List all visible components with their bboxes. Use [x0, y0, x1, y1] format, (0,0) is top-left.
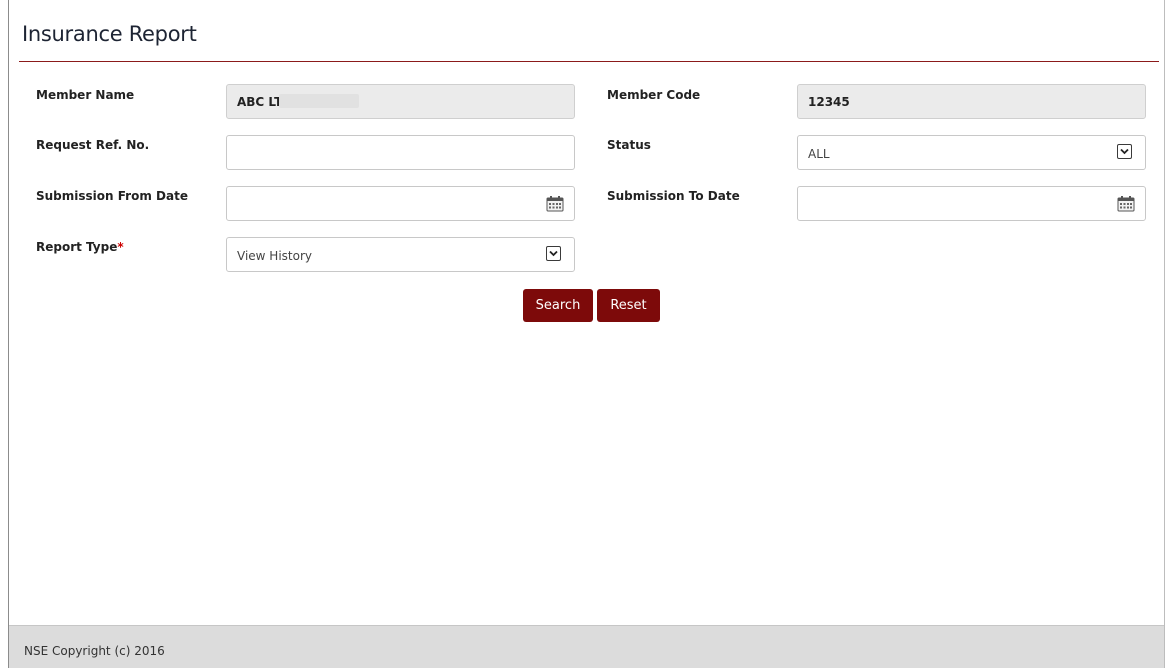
chevron-down-icon[interactable] [1117, 144, 1132, 159]
status-selected-value: ALL [808, 147, 830, 161]
calendar-icon[interactable] [1117, 195, 1135, 212]
member-code-value: 12345 [808, 95, 850, 109]
member-name-field: ABC LTD [226, 84, 575, 119]
report-type-label-text: Report Type [36, 240, 118, 254]
report-type-label: Report Type* [36, 240, 124, 254]
page-footer: NSE Copyright (c) 2016 [9, 625, 1164, 668]
member-name-label: Member Name [36, 88, 135, 102]
submission-to-date-input[interactable] [797, 186, 1146, 221]
title-divider [19, 61, 1159, 62]
status-label: Status [607, 138, 651, 152]
submission-from-date-label: Submission From Date [36, 189, 188, 203]
submission-to-date-label: Submission To Date [607, 189, 740, 203]
member-code-label: Member Code [607, 88, 701, 102]
submission-from-date-input[interactable] [226, 186, 575, 221]
report-type-select[interactable]: View History [226, 237, 575, 272]
request-ref-label: Request Ref. No. [36, 138, 150, 152]
redacted-area [279, 94, 359, 108]
reset-button[interactable]: Reset [597, 289, 660, 322]
request-ref-input[interactable] [226, 135, 575, 170]
page-title: Insurance Report [22, 22, 197, 46]
member-code-field: 12345 [797, 84, 1146, 119]
copyright-text: NSE Copyright (c) 2016 [24, 644, 165, 658]
required-marker: * [117, 240, 124, 254]
search-button[interactable]: Search [523, 289, 593, 322]
calendar-icon[interactable] [546, 195, 564, 212]
report-panel: Insurance Report Member Name ABC LTD Mem… [8, 0, 1165, 668]
chevron-down-icon[interactable] [546, 246, 561, 261]
status-select[interactable]: ALL [797, 135, 1146, 170]
report-type-selected-value: View History [237, 249, 312, 263]
